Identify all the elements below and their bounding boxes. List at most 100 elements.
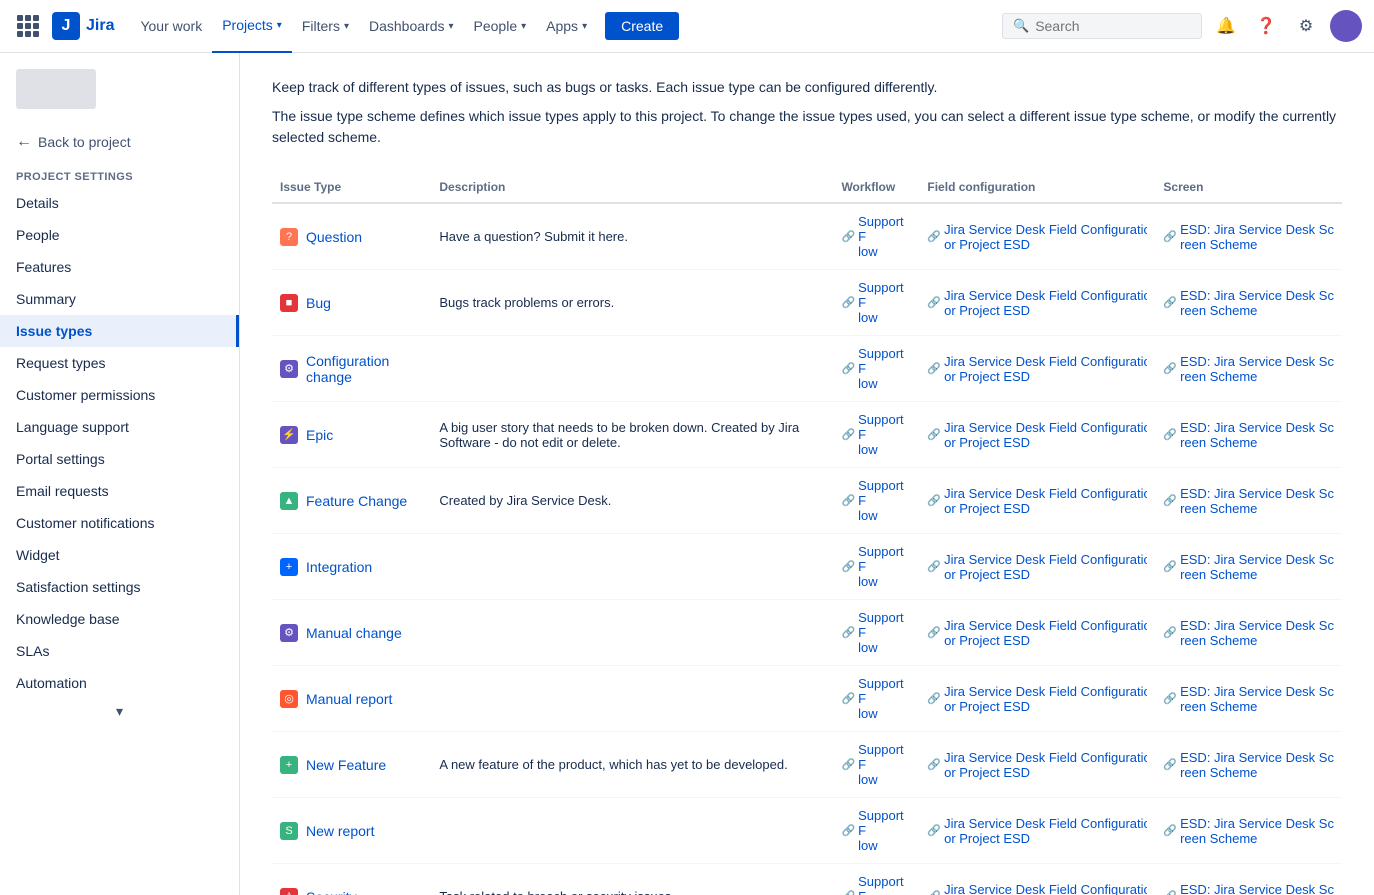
table-row: S New report 🔗 Support Flow🔗 Jira Servic…	[272, 798, 1342, 864]
screen-link[interactable]: 🔗 ESD: Jira Service Desk Screen Scheme	[1163, 882, 1334, 895]
issue-description-cell-6	[431, 600, 833, 666]
field-config-link[interactable]: 🔗 Jira Service Desk Field Configuration …	[927, 552, 1147, 582]
field-config-icon: 🔗	[927, 560, 941, 573]
field-config-link[interactable]: 🔗 Jira Service Desk Field Configuration …	[927, 618, 1147, 648]
nav-projects[interactable]: Projects▾	[212, 0, 292, 53]
field-config-cell-9: 🔗 Jira Service Desk Field Configuration …	[919, 798, 1155, 864]
screen-cell-2: 🔗 ESD: Jira Service Desk Screen Scheme	[1155, 336, 1342, 402]
search-box[interactable]: 🔍	[1002, 13, 1202, 39]
field-config-link[interactable]: 🔗 Jira Service Desk Field Configuration …	[927, 882, 1147, 895]
search-input[interactable]	[1035, 18, 1191, 34]
project-thumbnail	[16, 69, 96, 109]
col-issue-type: Issue Type	[272, 172, 431, 203]
nav-your-work[interactable]: Your work	[130, 0, 212, 53]
create-button[interactable]: Create	[605, 12, 679, 40]
settings-button[interactable]: ⚙	[1290, 10, 1322, 42]
screen-link[interactable]: 🔗 ESD: Jira Service Desk Screen Scheme	[1163, 552, 1334, 582]
field-config-link[interactable]: 🔗 Jira Service Desk Field Configuration …	[927, 420, 1147, 450]
field-config-link[interactable]: 🔗 Jira Service Desk Field Configuration …	[927, 816, 1147, 846]
screen-link[interactable]: 🔗 ESD: Jira Service Desk Screen Scheme	[1163, 222, 1334, 252]
workflow-link[interactable]: 🔗 Support Flow	[841, 742, 911, 787]
workflow-icon: 🔗	[841, 560, 855, 573]
issue-description-cell-4: Created by Jira Service Desk.	[431, 468, 833, 534]
field-config-icon: 🔗	[927, 692, 941, 705]
field-config-link[interactable]: 🔗 Jira Service Desk Field Configuration …	[927, 684, 1147, 714]
workflow-link[interactable]: 🔗 Support Flow	[841, 676, 911, 721]
issue-name-link[interactable]: New Feature	[306, 757, 386, 773]
issue-name-link[interactable]: Security	[306, 889, 357, 895]
sidebar-item-details[interactable]: Details	[0, 187, 239, 219]
screen-link[interactable]: 🔗 ESD: Jira Service Desk Screen Scheme	[1163, 420, 1334, 450]
field-config-link[interactable]: 🔗 Jira Service Desk Field Configuration …	[927, 750, 1147, 780]
sidebar-item-people[interactable]: People	[0, 219, 239, 251]
issue-type-cell-5: + Integration	[272, 534, 431, 600]
nav-people[interactable]: People▾	[464, 0, 537, 53]
field-config-link[interactable]: 🔗 Jira Service Desk Field Configuration …	[927, 486, 1147, 516]
sidebar-item-customer-permissions[interactable]: Customer permissions	[0, 379, 239, 411]
sidebar-item-customer-notifications[interactable]: Customer notifications	[0, 507, 239, 539]
sidebar-item-email-requests[interactable]: Email requests	[0, 475, 239, 507]
issue-icon: ◎	[280, 690, 298, 708]
back-to-project-link[interactable]: ← Back to project	[0, 125, 239, 159]
sidebar-item-widget[interactable]: Widget	[0, 539, 239, 571]
sidebar-item-summary[interactable]: Summary	[0, 283, 239, 315]
nav-filters[interactable]: Filters▾	[292, 0, 359, 53]
workflow-link[interactable]: 🔗 Support Flow	[841, 280, 911, 325]
issue-type-cell-8: + New Feature	[272, 732, 431, 798]
sidebar-item-slas[interactable]: SLAs	[0, 635, 239, 667]
workflow-link[interactable]: 🔗 Support Flow	[841, 610, 911, 655]
workflow-link[interactable]: 🔗 Support Flow	[841, 808, 911, 853]
issue-name-link[interactable]: Bug	[306, 295, 331, 311]
jira-logo[interactable]: J Jira	[52, 12, 114, 40]
workflow-cell-9: 🔗 Support Flow	[833, 798, 919, 864]
field-config-link[interactable]: 🔗 Jira Service Desk Field Configuration …	[927, 354, 1147, 384]
screen-link[interactable]: 🔗 ESD: Jira Service Desk Screen Scheme	[1163, 354, 1334, 384]
workflow-link[interactable]: 🔗 Support Flow	[841, 346, 911, 391]
workflow-link[interactable]: 🔗 Support Flow	[841, 478, 911, 523]
workflow-link[interactable]: 🔗 Support Flow	[841, 544, 911, 589]
app-switcher-button[interactable]	[12, 10, 44, 42]
nav-apps[interactable]: Apps▾	[536, 0, 597, 53]
workflow-link[interactable]: 🔗 Support Flow	[841, 874, 911, 895]
screen-link[interactable]: 🔗 ESD: Jira Service Desk Screen Scheme	[1163, 816, 1334, 846]
issue-name-link[interactable]: Epic	[306, 427, 333, 443]
sidebar-item-knowledge-base[interactable]: Knowledge base	[0, 603, 239, 635]
screen-link[interactable]: 🔗 ESD: Jira Service Desk Screen Scheme	[1163, 618, 1334, 648]
sidebar-item-portal-settings[interactable]: Portal settings	[0, 443, 239, 475]
issue-name-link[interactable]: Integration	[306, 559, 372, 575]
sidebar-item-satisfaction-settings[interactable]: Satisfaction settings	[0, 571, 239, 603]
screen-link[interactable]: 🔗 ESD: Jira Service Desk Screen Scheme	[1163, 750, 1334, 780]
nav-dashboards[interactable]: Dashboards▾	[359, 0, 464, 53]
user-avatar[interactable]	[1330, 10, 1362, 42]
table-row: ? Question Have a question? Submit it he…	[272, 203, 1342, 270]
sidebar-item-issue-types[interactable]: Issue types	[0, 315, 239, 347]
sidebar-scroll-down[interactable]: ▾	[0, 699, 239, 724]
main-content: Keep track of different types of issues,…	[240, 53, 1374, 895]
sidebar-item-request-types[interactable]: Request types	[0, 347, 239, 379]
sidebar-item-language-support[interactable]: Language support	[0, 411, 239, 443]
workflow-icon: 🔗	[841, 758, 855, 771]
issue-name-link[interactable]: New report	[306, 823, 374, 839]
issue-type-cell-4: ▲ Feature Change	[272, 468, 431, 534]
workflow-icon: 🔗	[841, 296, 855, 309]
field-config-link[interactable]: 🔗 Jira Service Desk Field Configuration …	[927, 288, 1147, 318]
issue-name-link[interactable]: Manual change	[306, 625, 402, 641]
sidebar-item-automation[interactable]: Automation	[0, 667, 239, 699]
issue-name-link[interactable]: Question	[306, 229, 362, 245]
workflow-link[interactable]: 🔗 Support Flow	[841, 214, 911, 259]
field-config-icon: 🔗	[927, 494, 941, 507]
issue-icon: ■	[280, 294, 298, 312]
screen-cell-1: 🔗 ESD: Jira Service Desk Screen Scheme	[1155, 270, 1342, 336]
screen-link[interactable]: 🔗 ESD: Jira Service Desk Screen Scheme	[1163, 288, 1334, 318]
issue-name-link[interactable]: Configuration change	[306, 353, 423, 385]
issue-name-link[interactable]: Feature Change	[306, 493, 407, 509]
notifications-button[interactable]: 🔔	[1210, 10, 1242, 42]
field-config-link[interactable]: 🔗 Jira Service Desk Field Configuration …	[927, 222, 1147, 252]
issue-name-link[interactable]: Manual report	[306, 691, 392, 707]
workflow-icon: 🔗	[841, 362, 855, 375]
help-button[interactable]: ❓	[1250, 10, 1282, 42]
screen-link[interactable]: 🔗 ESD: Jira Service Desk Screen Scheme	[1163, 684, 1334, 714]
sidebar-item-features[interactable]: Features	[0, 251, 239, 283]
screen-link[interactable]: 🔗 ESD: Jira Service Desk Screen Scheme	[1163, 486, 1334, 516]
workflow-link[interactable]: 🔗 Support Flow	[841, 412, 911, 457]
